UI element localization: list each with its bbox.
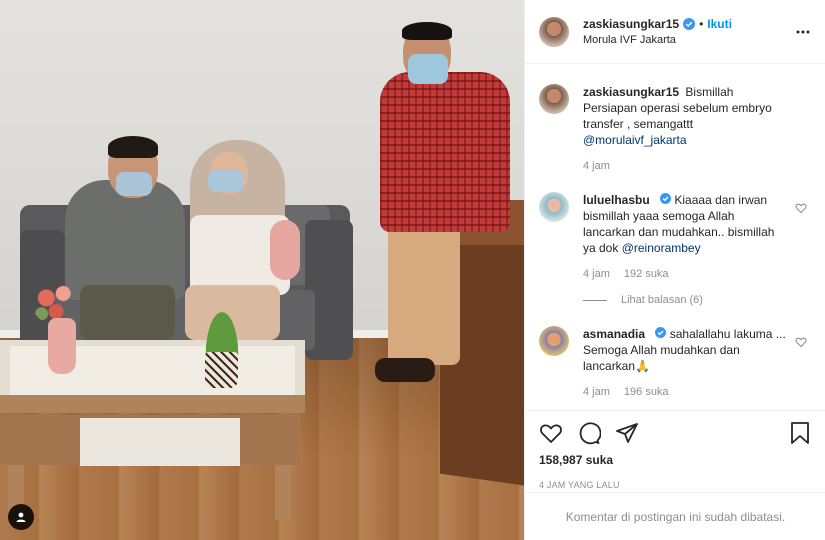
separator-dot: •: [699, 17, 704, 31]
author-avatar[interactable]: [539, 16, 569, 47]
more-options-icon[interactable]: [795, 24, 811, 40]
comment-body: asmanadia sahalallahu lakuma ... Semoga …: [583, 326, 788, 398]
photo-person-1: [65, 180, 185, 300]
post-header-line: zaskiasungkar15 • Ikuti: [583, 17, 732, 31]
comment-heart-icon[interactable]: [795, 336, 807, 348]
photo-person-3-legs: [388, 215, 460, 365]
caption-line-3: transfer , semangattt: [583, 117, 694, 131]
caption-time[interactable]: 4 jam: [583, 160, 610, 172]
replies-line: [583, 299, 607, 301]
comment-mention[interactable]: @reinorambey: [622, 241, 701, 255]
comment-body: luluelhasbu Kiaaaa dan irwan bismillah y…: [583, 192, 788, 280]
photo-person-3-shoes: [375, 358, 435, 382]
photo-vase: [48, 318, 76, 374]
like-button[interactable]: [539, 421, 563, 445]
caption-mention[interactable]: @morulaivf_jakarta: [583, 133, 687, 147]
post-actions: 158,987 suka 4 JAM YANG LALU: [525, 410, 825, 490]
photo-person-2-mask: [208, 170, 244, 192]
post-sidebar: zaskiasungkar15 • Ikuti Morula IVF Jakar…: [524, 0, 825, 540]
comment-icon: [579, 422, 601, 445]
verified-badge-icon: [660, 193, 672, 204]
comment-username[interactable]: asmanadia: [583, 327, 645, 341]
photo-person-2-fur: [270, 220, 300, 280]
comment-button[interactable]: [577, 421, 601, 445]
comment-avatar[interactable]: [539, 192, 569, 222]
caption-meta: 4 jam: [583, 160, 788, 172]
comment-item: luluelhasbu Kiaaaa dan irwan bismillah y…: [539, 192, 811, 280]
verified-badge-icon: [655, 327, 667, 338]
comment-likes[interactable]: 196 suka: [624, 386, 669, 398]
caption-text: zaskiasungkar15 Bismillah Persiapan oper…: [583, 84, 788, 148]
comment-text: asmanadia sahalallahu lakuma ... Semoga …: [583, 326, 788, 374]
share-button[interactable]: [615, 421, 639, 445]
photo-person-1-hair: [108, 136, 158, 158]
comment-time[interactable]: 4 jam: [583, 268, 610, 280]
comment-text: luluelhasbu Kiaaaa dan irwan bismillah y…: [583, 192, 788, 256]
post-location[interactable]: Morula IVF Jakarta: [583, 34, 732, 46]
follow-button[interactable]: Ikuti: [707, 17, 732, 31]
comment-avatar[interactable]: [539, 326, 569, 356]
heart-icon: [540, 424, 562, 443]
photo-table-leg-right: [275, 465, 291, 520]
comment-item: asmanadia sahalallahu lakuma ... Semoga …: [539, 326, 811, 398]
action-icons: [539, 411, 812, 455]
comment-meta: 4 jam 196 suka: [583, 386, 788, 398]
caption: zaskiasungkar15 Bismillah Persiapan oper…: [539, 84, 811, 172]
user-tag-icon: [16, 512, 26, 522]
view-replies-button[interactable]: Lihat balasan (6): [583, 294, 811, 306]
comment-likes[interactable]: 192 suka: [624, 268, 669, 280]
caption-body: zaskiasungkar15 Bismillah Persiapan oper…: [583, 84, 788, 172]
photo-person-3-shirt-pattern: [380, 72, 510, 232]
comment-time[interactable]: 4 jam: [583, 386, 610, 398]
caption-line-1: Bismillah: [685, 85, 734, 99]
instagram-post: zaskiasungkar15 • Ikuti Morula IVF Jakar…: [0, 0, 825, 540]
post-header: zaskiasungkar15 • Ikuti Morula IVF Jakar…: [525, 0, 825, 64]
verified-badge-icon: [683, 18, 696, 30]
save-button[interactable]: [788, 421, 812, 445]
caption-line-2: Persiapan operasi sebelum embryo: [583, 101, 772, 115]
bookmark-icon: [791, 422, 809, 444]
photo-plant: [203, 305, 241, 355]
post-header-text: zaskiasungkar15 • Ikuti Morula IVF Jakar…: [583, 17, 732, 46]
view-replies-label: Lihat balasan (6): [621, 294, 703, 306]
caption-avatar[interactable]: [539, 84, 569, 114]
photo-person-3-mask: [408, 54, 448, 84]
send-icon: [616, 423, 638, 443]
photo-plant-pot: [205, 352, 238, 388]
posted-time[interactable]: 4 JAM YANG LALU: [539, 480, 812, 490]
likes-count[interactable]: 158,987 suka: [539, 453, 812, 467]
author-username[interactable]: zaskiasungkar15: [583, 17, 679, 31]
comments-disabled-text: Komentar di postingan ini sudah dibatasi…: [565, 509, 786, 524]
photo-table-frame: [0, 395, 305, 413]
comment-meta: 4 jam 192 suka: [583, 268, 788, 280]
photo-person-1-legs: [80, 285, 175, 340]
comment-heart-icon[interactable]: [795, 202, 807, 214]
photo-person-3-hair: [402, 22, 452, 40]
post-photo[interactable]: [0, 0, 524, 540]
caption-username[interactable]: zaskiasungkar15: [583, 85, 679, 99]
comment-username[interactable]: luluelhasbu: [583, 193, 650, 207]
photo-person-1-mask: [116, 172, 152, 196]
photo-table-box: [80, 418, 240, 466]
comments-disabled-notice: Komentar di postingan ini sudah dibatasi…: [525, 492, 825, 540]
comments-list[interactable]: zaskiasungkar15 Bismillah Persiapan oper…: [525, 64, 825, 409]
user-tag-button[interactable]: [8, 504, 34, 530]
